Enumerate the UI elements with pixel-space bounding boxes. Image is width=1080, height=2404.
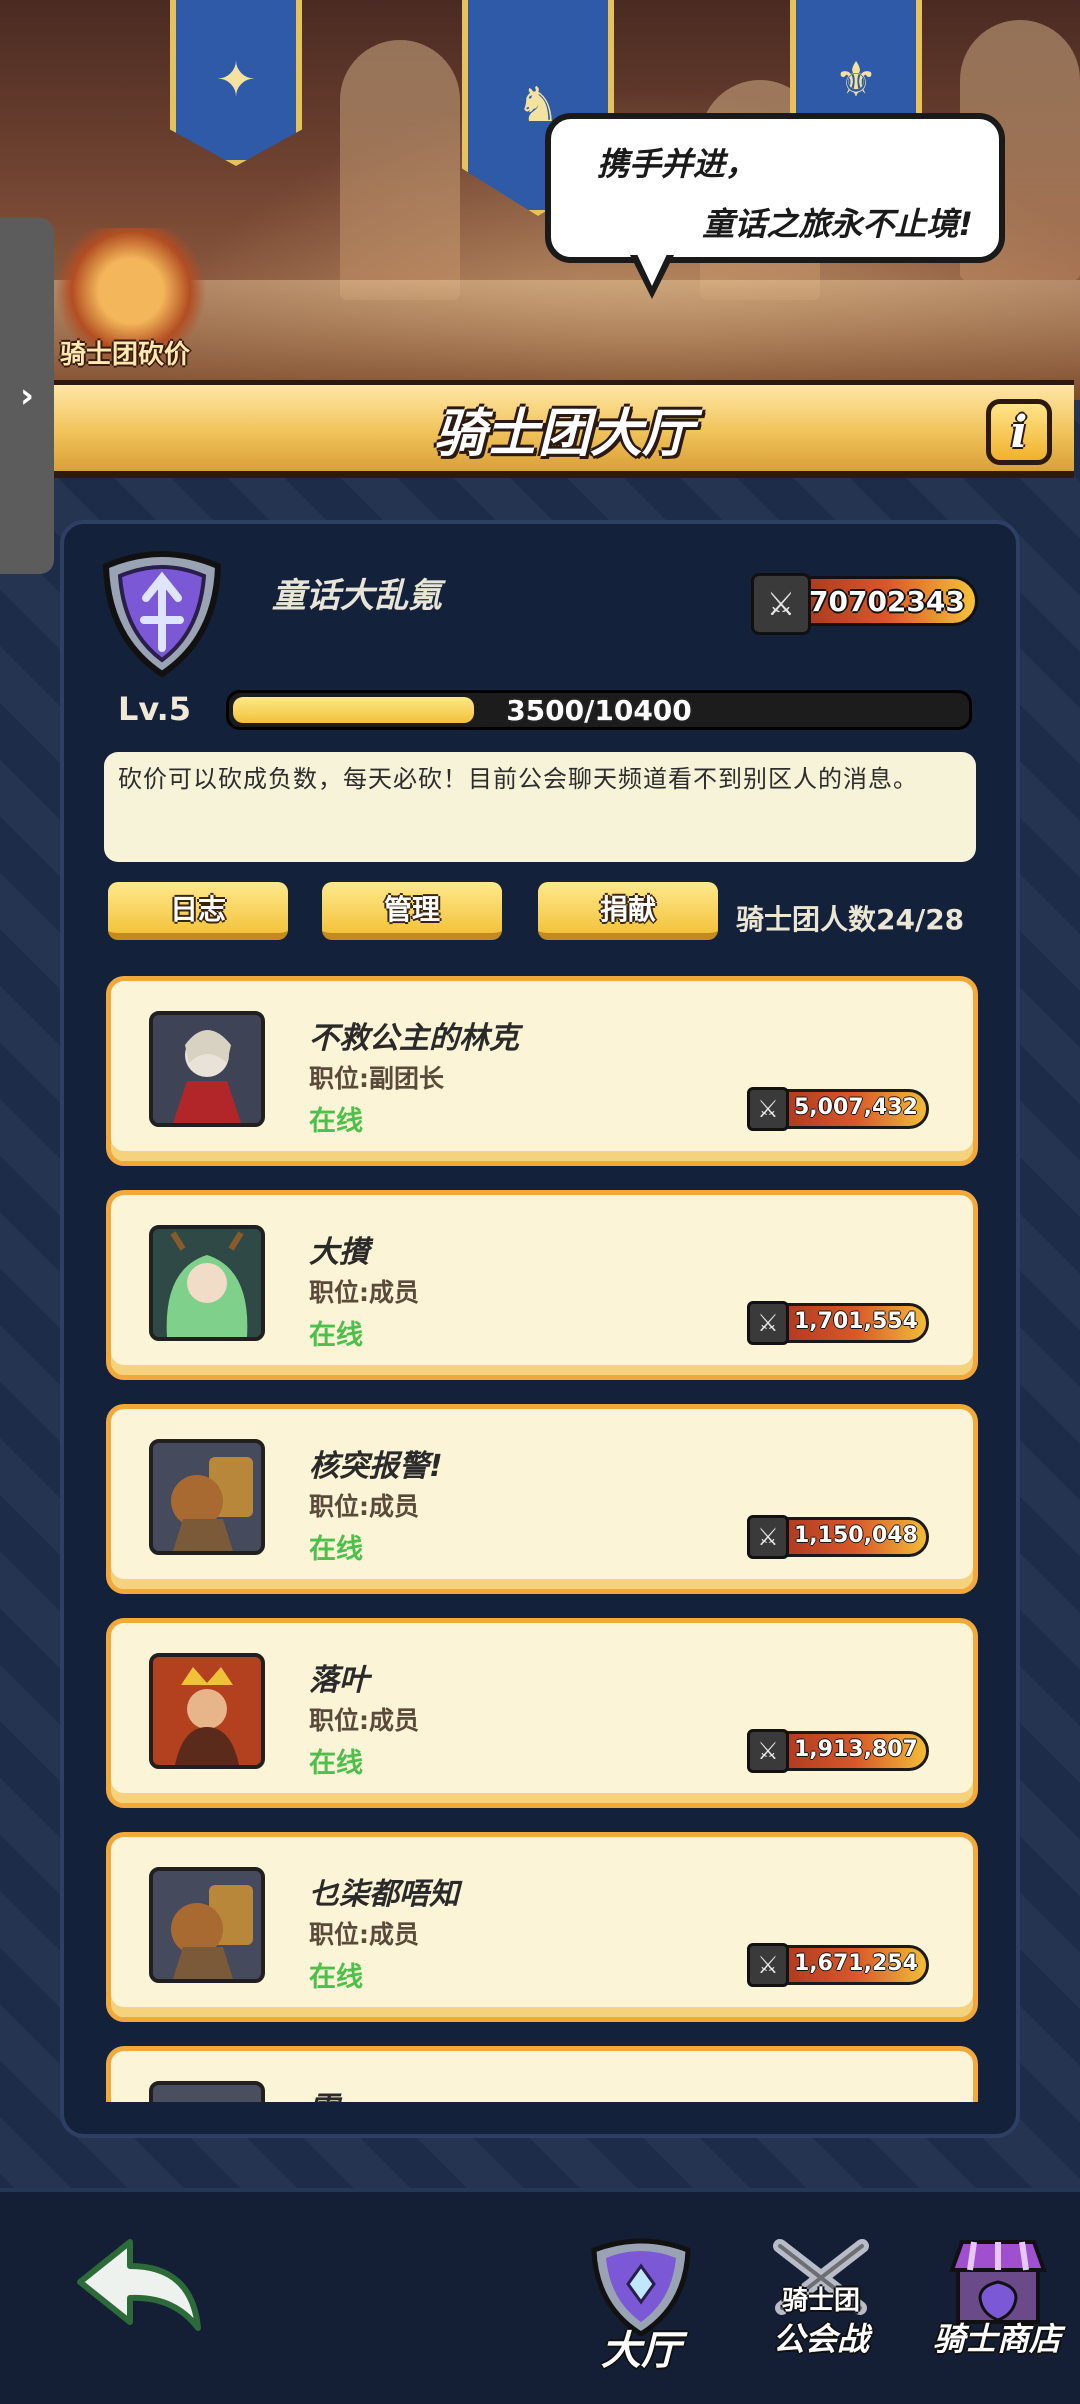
- nav-guild-war-top-label: 骑士团: [781, 2286, 860, 2316]
- window-decor: [340, 40, 460, 300]
- member-role: 职位:副团长: [309, 1064, 444, 1093]
- nav-knight-shop-label: 骑士商店: [932, 2320, 1061, 2358]
- nav-hall-label: 大厅: [601, 2328, 681, 2374]
- nav-guild-war[interactable]: 骑士团 公会战: [748, 2236, 894, 2376]
- manage-button[interactable]: 管理: [322, 882, 502, 940]
- member-status: 在线: [309, 1320, 363, 1351]
- member-role: 职位:成员: [309, 1920, 419, 1949]
- guild-xp-bar: 3500/10400: [226, 690, 972, 730]
- member-card[interactable]: 落叶 职位:成员 在线 ⚔ 1,913,807: [106, 1618, 978, 1808]
- guild-level: Lv.5: [118, 690, 192, 728]
- crossed-swords-icon: ⚔: [747, 1515, 789, 1559]
- member-card[interactable]: 大攅 职位:成员 在线 ⚔ 1,701,554: [106, 1190, 978, 1380]
- member-status: 在线: [309, 1962, 363, 1993]
- crossed-swords-icon: ⚔: [751, 573, 811, 635]
- crossed-swords-icon: ⚔: [747, 1729, 789, 1773]
- member-power-badge: ⚔ 1,150,048: [747, 1515, 929, 1559]
- crossed-swords-icon: ⚔: [747, 1087, 789, 1131]
- member-power: 1,150,048: [794, 1523, 918, 1548]
- member-power: 5,007,432: [794, 1095, 918, 1120]
- member-power-badge: ⚔ 1,913,807: [747, 1729, 929, 1773]
- member-power-badge: ⚔ 5,007,432: [747, 1087, 929, 1131]
- member-avatar: [149, 1653, 265, 1769]
- member-role: 职位:成员: [309, 1278, 419, 1307]
- member-card[interactable]: 核突报警! 职位:成员 在线 ⚔ 1,150,048: [106, 1404, 978, 1594]
- member-role: 职位:成员: [309, 1706, 419, 1735]
- member-power-badge: ⚔ 1,701,554: [747, 1301, 929, 1345]
- nav-guild-war-label: 公会战: [772, 2320, 869, 2358]
- guild-power-badge: ⚔ 70702343: [751, 573, 978, 635]
- guild-name: 童话大乱氪: [272, 576, 442, 616]
- title-bar: 骑士团大厅 i: [54, 380, 1074, 478]
- page-title: 骑士团大厅: [433, 403, 694, 464]
- member-name: 雪: [309, 2083, 339, 2102]
- member-avatar: [149, 2081, 265, 2102]
- info-button[interactable]: i: [986, 399, 1052, 465]
- member-avatar: [149, 1011, 265, 1127]
- guild-power-value: 70702343: [809, 585, 965, 618]
- member-power: 1,913,807: [794, 1737, 918, 1762]
- member-card[interactable]: 乜柒都唔知 职位:成员 在线 ⚔ 1,671,254: [106, 1832, 978, 2022]
- member-status: 在线: [309, 1748, 363, 1779]
- member-role: 职位:成员: [309, 1492, 419, 1521]
- log-button[interactable]: 日志: [108, 882, 288, 940]
- member-avatar: [149, 1225, 265, 1341]
- member-avatar: [149, 1439, 265, 1555]
- member-name: 落叶: [309, 1663, 369, 1698]
- nav-knight-shop[interactable]: 骑士商店: [914, 2236, 1080, 2376]
- member-card[interactable]: 雪: [106, 2046, 978, 2102]
- member-status: 在线: [309, 1106, 363, 1137]
- guild-bargain-event-label[interactable]: 骑士团砍价: [50, 334, 200, 371]
- member-name: 核突报警!: [309, 1449, 443, 1484]
- member-avatar: [149, 1867, 265, 1983]
- speech-bubble: 携手并进， 童话之旅永不止境!: [545, 113, 1005, 263]
- member-power-badge: ⚔ 1,671,254: [747, 1943, 929, 1987]
- member-name: 不救公主的林克: [309, 1021, 519, 1056]
- member-count: 骑士团人数24/28: [736, 903, 965, 936]
- nav-hall[interactable]: 大厅: [566, 2236, 716, 2376]
- guild-xp-text: 3500/10400: [506, 693, 692, 727]
- flag-star-icon: ✦: [170, 0, 302, 166]
- chevron-right-icon: ›: [19, 376, 34, 416]
- guild-shield-emblem-icon: [102, 551, 222, 678]
- speech-line-2: 童话之旅永不止境!: [702, 205, 973, 243]
- member-list[interactable]: 不救公主的林克 职位:副团长 在线 ⚔ 5,007,432 大攅 职位:成员 在…: [60, 960, 1020, 2102]
- crossed-swords-icon: ⚔: [747, 1943, 789, 1987]
- shop-stall-icon: [949, 2240, 1047, 2324]
- side-drawer-tab[interactable]: ›: [0, 218, 54, 574]
- back-arrow-icon[interactable]: [74, 2236, 204, 2336]
- crossed-swords-icon: ⚔: [747, 1301, 789, 1345]
- member-power: 1,671,254: [794, 1951, 918, 1976]
- donate-button[interactable]: 捐献: [538, 882, 718, 940]
- member-name: 乜柒都唔知: [309, 1877, 459, 1912]
- member-power: 1,701,554: [794, 1309, 918, 1334]
- member-card[interactable]: 不救公主的林克 职位:副团长 在线 ⚔ 5,007,432: [106, 976, 978, 1166]
- speech-tail-fill: [636, 252, 668, 286]
- speech-line-1: 携手并进，: [597, 145, 758, 183]
- member-name: 大攅: [309, 1235, 369, 1270]
- guild-notice: 砍价可以砍成负数，每天必砍！目前公会聊天频道看不到别区人的消息。: [104, 752, 976, 862]
- member-status: 在线: [309, 1534, 363, 1565]
